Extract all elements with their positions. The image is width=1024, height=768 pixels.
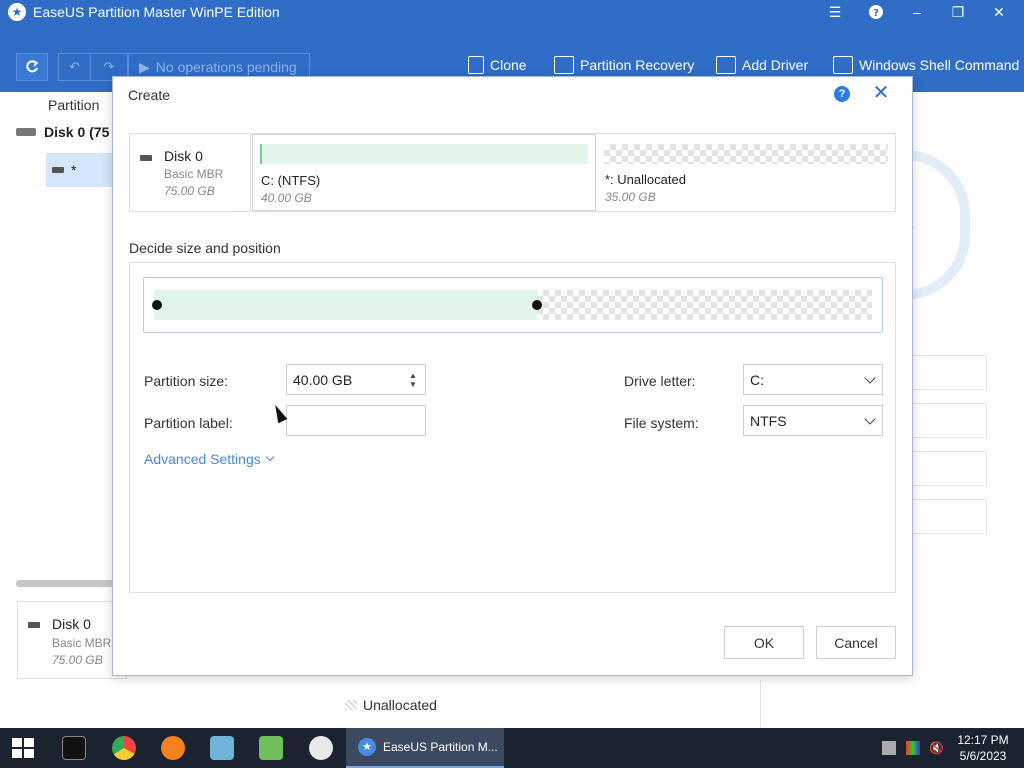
chevron-down-icon [864, 413, 876, 425]
app-title: EaseUS Partition Master WinPE Edition [33, 4, 280, 20]
dialog-close-icon[interactable]: ✕ [870, 81, 892, 105]
volume-muted-icon[interactable]: 🔇 [929, 741, 944, 755]
horizontal-scrollbar[interactable] [16, 580, 126, 587]
file-system-label: File system: [624, 415, 699, 431]
taskbar-easeus-button[interactable]: ★ EaseUS Partition M... [346, 728, 504, 768]
spreadsheet-icon[interactable] [259, 736, 283, 760]
cmd-icon[interactable] [62, 736, 86, 760]
windows-shell-command-button[interactable]: Windows Shell Command [833, 56, 1019, 74]
cancel-button[interactable]: Cancel [816, 626, 896, 659]
disk-info: Disk 0 Basic MBR 75.00 GB [130, 134, 251, 211]
partition-block-c[interactable]: C: (NTFS) 40.00 GB [252, 134, 596, 211]
disk-icon [140, 155, 152, 161]
side-action-button[interactable] [912, 355, 987, 390]
restore-button[interactable]: ❐ [946, 2, 970, 22]
refresh-button[interactable] [16, 53, 48, 81]
disk-icon [28, 622, 40, 628]
dialog-help-icon[interactable]: ? [834, 86, 850, 102]
partition-column-header: Partition [48, 97, 100, 113]
slider-left-handle[interactable] [152, 300, 162, 310]
file-system-select[interactable]: NTFS [743, 405, 883, 436]
chevron-down-icon [864, 372, 876, 384]
ok-button[interactable]: OK [724, 626, 804, 659]
svg-text:?: ? [873, 8, 879, 19]
minimize-button[interactable]: – [905, 2, 929, 22]
partition-size-input[interactable] [293, 370, 403, 390]
firefox-icon[interactable] [161, 736, 185, 760]
side-action-button[interactable] [912, 403, 987, 438]
slider-unallocated-area [537, 290, 872, 320]
close-window-button[interactable]: ✕ [987, 2, 1011, 22]
help-icon[interactable]: ? [864, 2, 888, 22]
star-logo-icon: ★ [358, 738, 376, 756]
add-driver-icon [716, 56, 736, 74]
partition-recovery-icon [554, 56, 574, 74]
drive-letter-select[interactable]: C: [743, 364, 883, 395]
partition-label-label: Partition label: [144, 415, 233, 431]
disk-size: 75.00 GB [164, 184, 215, 198]
size-position-heading: Decide size and position [129, 240, 281, 256]
side-action-button[interactable] [912, 499, 987, 534]
partition-block-unallocated[interactable]: *: Unallocated 35.00 GB [597, 134, 895, 211]
side-action-button[interactable] [912, 451, 987, 486]
display-icon[interactable] [906, 741, 920, 755]
taskbar: ★ EaseUS Partition M... 🔇 12:17 PM 5/6/2… [0, 728, 1024, 768]
usage-ring [905, 150, 970, 300]
system-clock[interactable]: 12:17 PM 5/6/2023 [952, 732, 1014, 764]
partition-label-input[interactable] [287, 406, 425, 435]
refresh-icon [26, 60, 39, 73]
disk-row[interactable]: Disk 0 (75 [16, 124, 109, 140]
clone-button[interactable]: Clone [468, 56, 527, 74]
partition-usage-bar [260, 144, 588, 164]
disk-map-card[interactable]: Disk 0 Basic MBR 75.00 GB [17, 601, 127, 679]
create-partition-dialog: Create ? ✕ Disk 0 Basic MBR 75.00 GB C: … [112, 76, 913, 676]
divider [760, 680, 761, 728]
disk-type: Basic MBR [164, 167, 224, 181]
unallocated-legend: Unallocated [345, 697, 437, 713]
stepper-arrows-icon[interactable]: ▲ ▼ [409, 371, 417, 389]
disk-icon [16, 128, 36, 136]
undo-icon: ↶ [69, 59, 80, 74]
start-button[interactable] [12, 738, 34, 758]
dialog-title: Create [128, 87, 171, 103]
redo-icon: ↷ [103, 59, 115, 74]
partition-label-field[interactable] [286, 405, 426, 436]
paint-icon[interactable] [309, 736, 333, 760]
network-icon[interactable] [882, 741, 896, 755]
clock-date: 5/6/2023 [959, 749, 1007, 763]
partition-size-stepper[interactable]: ▲▼ [286, 364, 426, 395]
partition-size-label: Partition size: [144, 373, 229, 389]
disk-name: Disk 0 [164, 148, 203, 164]
chevron-down-icon [265, 452, 274, 462]
size-slider[interactable] [143, 277, 883, 333]
slider-right-handle[interactable] [532, 300, 542, 310]
advanced-settings-link[interactable]: Advanced Settings [144, 451, 274, 467]
unallocated-swatch-icon [345, 700, 357, 710]
unallocated-bar [604, 144, 888, 164]
pending-label: No operations pending [155, 59, 297, 75]
partition-label: *: Unallocated [605, 172, 686, 187]
partition-size: 40.00 GB [261, 191, 312, 205]
notepad-icon[interactable] [210, 736, 234, 760]
clock-time: 12:17 PM [957, 733, 1009, 747]
clone-icon [468, 56, 484, 74]
drive-icon [52, 167, 64, 173]
menu-icon[interactable]: ☰ [823, 2, 847, 22]
selected-partition-row[interactable]: * [46, 153, 116, 187]
partition-size: 35.00 GB [605, 190, 656, 204]
shell-command-icon [833, 56, 853, 74]
title-bar: ★ EaseUS Partition Master WinPE Edition … [0, 0, 1024, 24]
slider-partition-fill [154, 290, 537, 320]
undo-button[interactable]: ↶ [58, 53, 90, 81]
partition-recovery-button[interactable]: Partition Recovery [554, 56, 694, 74]
chrome-icon[interactable] [112, 736, 136, 760]
partition-label: C: (NTFS) [261, 173, 321, 188]
add-driver-button[interactable]: Add Driver [716, 56, 808, 74]
star-logo-icon: ★ [8, 3, 26, 21]
drive-letter-label: Drive letter: [624, 373, 696, 389]
disk-layout-map: Disk 0 Basic MBR 75.00 GB C: (NTFS) 40.0… [129, 133, 896, 212]
size-position-panel: Partition size: ▲▼ Partition label: Driv… [129, 262, 896, 593]
play-icon: ▶ [139, 58, 150, 75]
